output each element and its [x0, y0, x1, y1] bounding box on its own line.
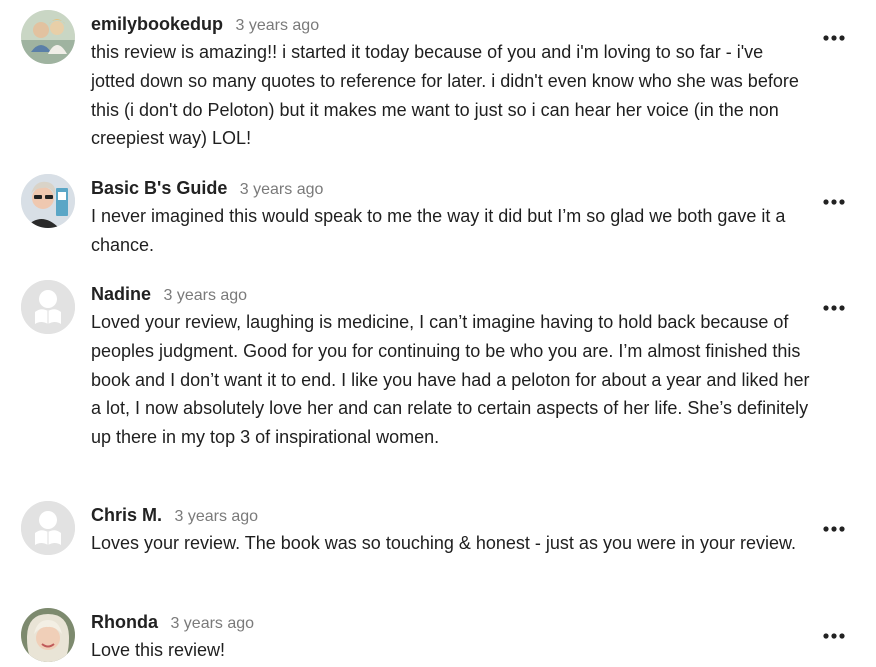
comment-text: I never imagined this would speak to me …: [91, 206, 786, 255]
avatar-photo-icon: [21, 174, 75, 228]
more-options-button[interactable]: [819, 520, 849, 538]
comment-timestamp[interactable]: 3 years ago: [240, 181, 324, 198]
avatar[interactable]: [21, 608, 75, 662]
comment-timestamp[interactable]: 3 years ago: [174, 508, 258, 525]
more-options-button[interactable]: [819, 29, 849, 47]
avatar[interactable]: [21, 501, 75, 555]
more-options-button[interactable]: [819, 627, 849, 645]
comment-author[interactable]: Rhonda: [91, 612, 158, 632]
more-options-button[interactable]: [819, 193, 849, 211]
avatar-photo-icon: [21, 608, 75, 662]
comment-text: Loves your review. The book was so touch…: [91, 533, 797, 553]
comment-text: Love this review!: [91, 640, 226, 660]
more-options-icon: [823, 35, 845, 41]
default-reader-avatar-icon: [21, 501, 75, 555]
more-options-icon: [823, 305, 845, 311]
comment-timestamp[interactable]: 3 years ago: [163, 287, 247, 304]
comment-text: this review is amazing!! i started it to…: [91, 42, 799, 149]
comment-author[interactable]: Nadine: [91, 284, 151, 304]
comment-author[interactable]: Chris M.: [91, 505, 162, 525]
default-reader-avatar-icon: [21, 280, 75, 334]
more-options-icon: [823, 633, 845, 639]
comment-author[interactable]: Basic B's Guide: [91, 178, 227, 198]
avatar[interactable]: [21, 10, 75, 64]
avatar[interactable]: [21, 280, 75, 334]
comment-timestamp[interactable]: 3 years ago: [235, 17, 319, 34]
comment-author[interactable]: emilybookedup: [91, 14, 223, 34]
more-options-icon: [823, 526, 845, 532]
avatar-photo-icon: [21, 10, 75, 64]
more-options-button[interactable]: [819, 299, 849, 317]
comment-text: Loved your review, laughing is medicine,…: [91, 312, 810, 448]
avatar[interactable]: [21, 174, 75, 228]
comment-timestamp[interactable]: 3 years ago: [170, 615, 254, 632]
more-options-icon: [823, 199, 845, 205]
